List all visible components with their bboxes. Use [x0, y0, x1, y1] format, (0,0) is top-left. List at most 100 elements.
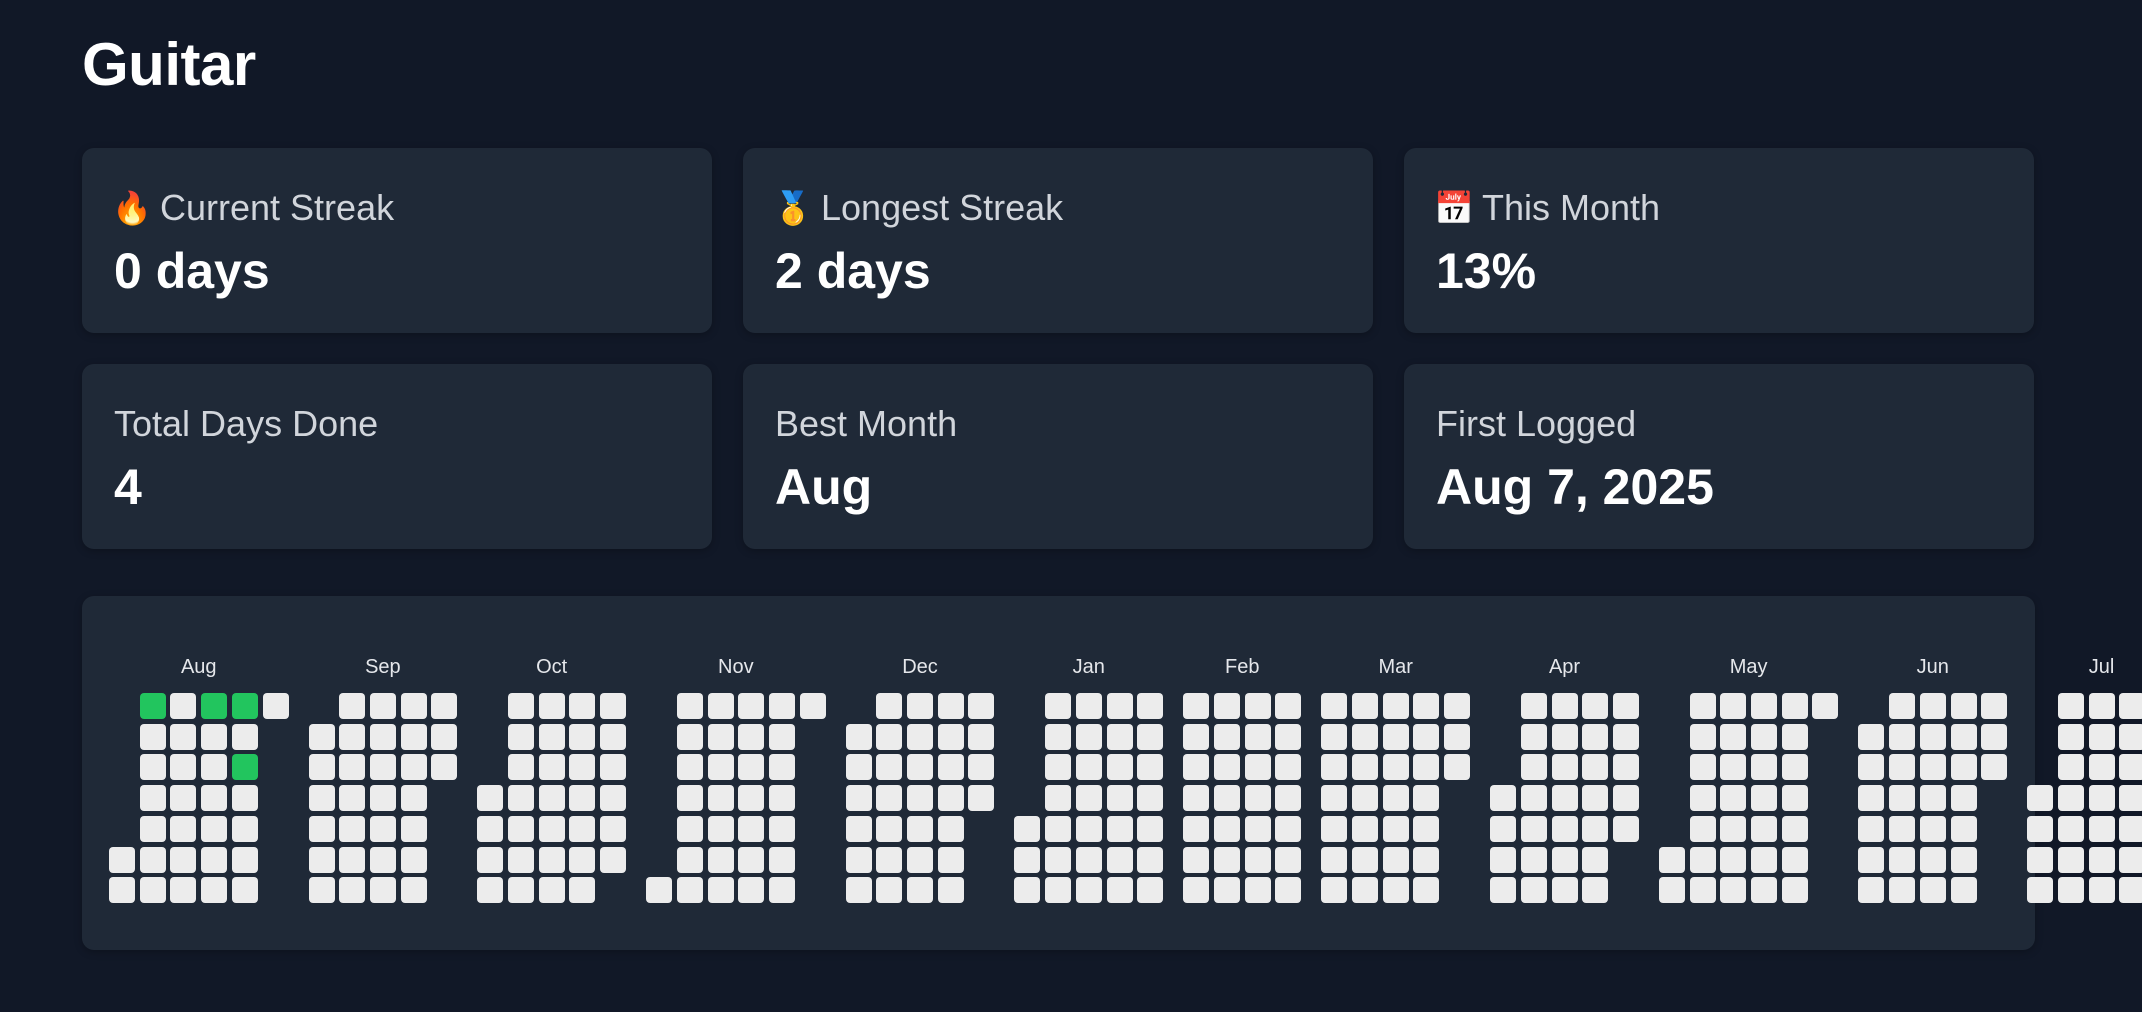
day-cell[interactable] — [768, 785, 795, 812]
day-cell[interactable] — [1382, 754, 1409, 781]
day-cell[interactable] — [508, 785, 534, 812]
day-cell[interactable] — [600, 754, 627, 781]
day-cell[interactable] — [1858, 723, 1885, 750]
day-cell[interactable] — [2057, 815, 2084, 842]
day-cell[interactable] — [400, 846, 427, 873]
day-cell[interactable] — [1444, 723, 1471, 750]
day-cell[interactable] — [2088, 877, 2115, 904]
day-cell[interactable] — [1490, 877, 1517, 904]
day-cell[interactable] — [1689, 723, 1716, 750]
day-cell[interactable] — [738, 785, 765, 812]
day-cell[interactable] — [907, 723, 933, 750]
day-cell[interactable] — [1413, 723, 1440, 750]
day-cell[interactable] — [1183, 754, 1210, 781]
day-cell[interactable] — [170, 815, 197, 842]
day-cell[interactable] — [845, 846, 872, 873]
day-cell[interactable] — [569, 785, 596, 812]
day-cell[interactable] — [339, 693, 366, 719]
day-cell[interactable] — [1014, 815, 1041, 842]
day-cell[interactable] — [2088, 754, 2115, 781]
day-cell[interactable] — [1413, 846, 1440, 873]
day-cell[interactable] — [508, 754, 534, 781]
day-cell[interactable] — [768, 693, 795, 719]
day-cell[interactable] — [508, 877, 534, 904]
day-cell[interactable] — [1551, 693, 1578, 719]
day-cell[interactable] — [676, 693, 703, 719]
day-cell[interactable] — [1045, 846, 1072, 873]
day-cell[interactable] — [738, 693, 765, 719]
day-cell[interactable] — [369, 815, 396, 842]
day-cell[interactable] — [477, 815, 504, 842]
day-cell[interactable] — [1781, 723, 1808, 750]
day-cell[interactable] — [2027, 785, 2054, 812]
day-cell[interactable] — [2119, 846, 2142, 873]
day-cell[interactable] — [1720, 785, 1747, 812]
day-cell[interactable] — [1582, 815, 1609, 842]
day-cell[interactable] — [907, 815, 933, 842]
day-cell[interactable] — [1444, 693, 1471, 719]
day-cell[interactable] — [1075, 846, 1102, 873]
day-cell[interactable] — [738, 815, 765, 842]
day-cell[interactable] — [845, 815, 872, 842]
day-cell[interactable] — [707, 815, 734, 842]
day-cell[interactable] — [538, 754, 565, 781]
day-cell[interactable] — [845, 785, 872, 812]
day-cell[interactable] — [845, 723, 872, 750]
day-cell[interactable] — [1689, 815, 1716, 842]
day-cell[interactable] — [431, 754, 458, 781]
day-cell[interactable] — [400, 785, 427, 812]
day-cell[interactable] — [1413, 693, 1440, 719]
day-cell[interactable] — [1183, 723, 1210, 750]
day-cell[interactable] — [508, 846, 534, 873]
day-cell[interactable] — [201, 723, 228, 750]
day-cell[interactable] — [400, 815, 427, 842]
day-cell[interactable] — [2057, 877, 2084, 904]
day-cell[interactable] — [1137, 693, 1164, 719]
day-cell[interactable] — [707, 785, 734, 812]
day-cell[interactable] — [1075, 723, 1102, 750]
day-cell[interactable] — [1352, 877, 1378, 904]
day-cell[interactable] — [1014, 846, 1041, 873]
day-cell[interactable] — [1244, 785, 1271, 812]
day-cell[interactable] — [1582, 877, 1609, 904]
day-cell[interactable] — [538, 877, 565, 904]
day-cell[interactable] — [1352, 693, 1378, 719]
day-cell[interactable] — [1382, 877, 1409, 904]
day-cell[interactable] — [569, 693, 596, 719]
day-cell[interactable] — [538, 815, 565, 842]
day-cell[interactable] — [1981, 693, 2008, 719]
day-cell[interactable] — [1858, 846, 1885, 873]
day-cell[interactable] — [538, 723, 565, 750]
day-cell[interactable] — [1444, 754, 1471, 781]
day-cell[interactable] — [845, 754, 872, 781]
day-cell[interactable] — [1106, 815, 1133, 842]
day-cell[interactable] — [1244, 877, 1271, 904]
day-cell[interactable] — [1045, 723, 1072, 750]
day-cell[interactable] — [308, 877, 335, 904]
day-cell[interactable] — [907, 846, 933, 873]
day-cell[interactable] — [2057, 693, 2084, 719]
day-cell[interactable] — [369, 723, 396, 750]
day-cell[interactable] — [139, 877, 166, 904]
day-cell[interactable] — [339, 877, 366, 904]
day-cell[interactable] — [1382, 815, 1409, 842]
day-cell[interactable] — [1720, 754, 1747, 781]
day-cell[interactable] — [1612, 785, 1639, 812]
day-cell[interactable] — [1520, 877, 1547, 904]
day-cell[interactable] — [231, 693, 258, 719]
day-cell[interactable] — [1582, 693, 1609, 719]
day-cell[interactable] — [937, 754, 964, 781]
day-cell[interactable] — [1582, 754, 1609, 781]
day-cell[interactable] — [1413, 785, 1440, 812]
day-cell[interactable] — [1321, 754, 1348, 781]
day-cell[interactable] — [707, 693, 734, 719]
day-cell[interactable] — [1919, 846, 1946, 873]
day-cell[interactable] — [738, 723, 765, 750]
day-cell[interactable] — [1551, 785, 1578, 812]
day-cell[interactable] — [1137, 846, 1164, 873]
day-cell[interactable] — [876, 815, 903, 842]
day-cell[interactable] — [1612, 815, 1639, 842]
day-cell[interactable] — [231, 877, 258, 904]
day-cell[interactable] — [1382, 846, 1409, 873]
day-cell[interactable] — [1858, 877, 1885, 904]
